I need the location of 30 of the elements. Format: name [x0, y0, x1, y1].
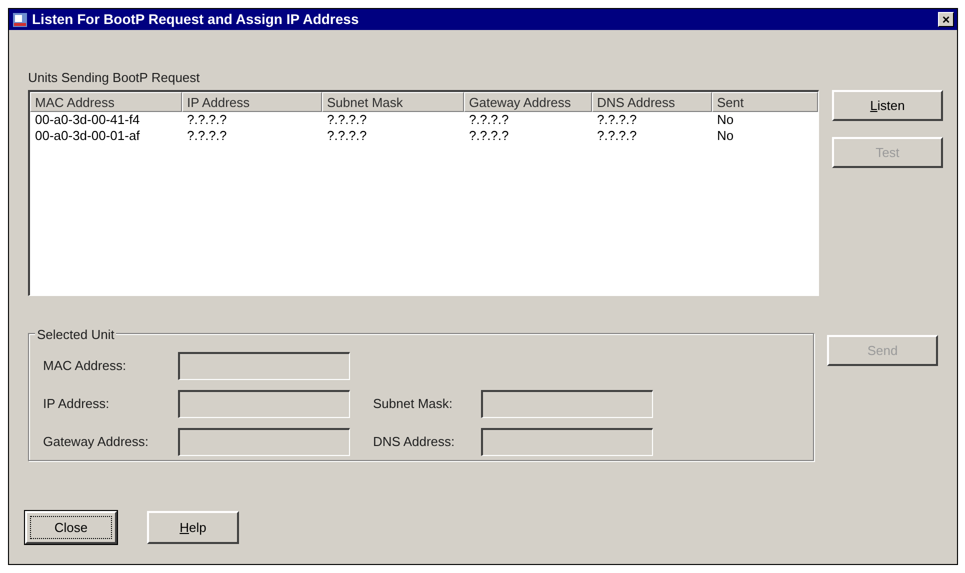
- window-title: Listen For BootP Request and Assign IP Address: [32, 10, 360, 29]
- column-header[interactable]: Sent: [712, 92, 818, 112]
- table-cell-text: No: [716, 112, 735, 128]
- field-label: IP Address:: [43, 395, 110, 414]
- table-cell-text: 00-a0-3d-00-41-f4: [34, 112, 141, 128]
- help-button[interactable]: Help: [147, 511, 239, 544]
- column-header[interactable]: Subnet Mask: [322, 92, 464, 112]
- table-cell-text: ?.?.?.?: [326, 112, 368, 128]
- table-cell-text: ?.?.?.?: [186, 128, 228, 144]
- column-header[interactable]: DNS Address: [592, 92, 712, 112]
- column-header[interactable]: IP Address: [182, 92, 322, 112]
- list-label: Units Sending BootP Request: [28, 69, 201, 87]
- table-cell-text: ?.?.?.?: [468, 128, 510, 144]
- table-cell-text: No: [716, 128, 735, 144]
- column-header[interactable]: Gateway Address: [464, 92, 592, 112]
- close-button[interactable]: ×: [938, 12, 954, 27]
- table-cell-text: ?.?.?.?: [186, 112, 228, 128]
- field-label: Subnet Mask:: [373, 395, 454, 414]
- table-cell-text: 00-a0-3d-00-01-af: [34, 128, 141, 144]
- table-cell-text: ?.?.?.?: [596, 128, 638, 144]
- field-label: MAC Address:: [43, 357, 128, 376]
- close-dialog-button[interactable]: Close: [25, 511, 117, 544]
- column-header[interactable]: MAC Address: [30, 92, 182, 112]
- table-cell-text: ?.?.?.?: [326, 128, 368, 144]
- table-cell-text: ?.?.?.?: [468, 112, 510, 128]
- listen-button[interactable]: Listen: [832, 90, 943, 121]
- app-icon: [12, 12, 28, 28]
- table-cell-text: ?.?.?.?: [596, 112, 638, 128]
- field-label: Gateway Address:: [43, 433, 150, 452]
- field-label: DNS Address:: [373, 433, 456, 452]
